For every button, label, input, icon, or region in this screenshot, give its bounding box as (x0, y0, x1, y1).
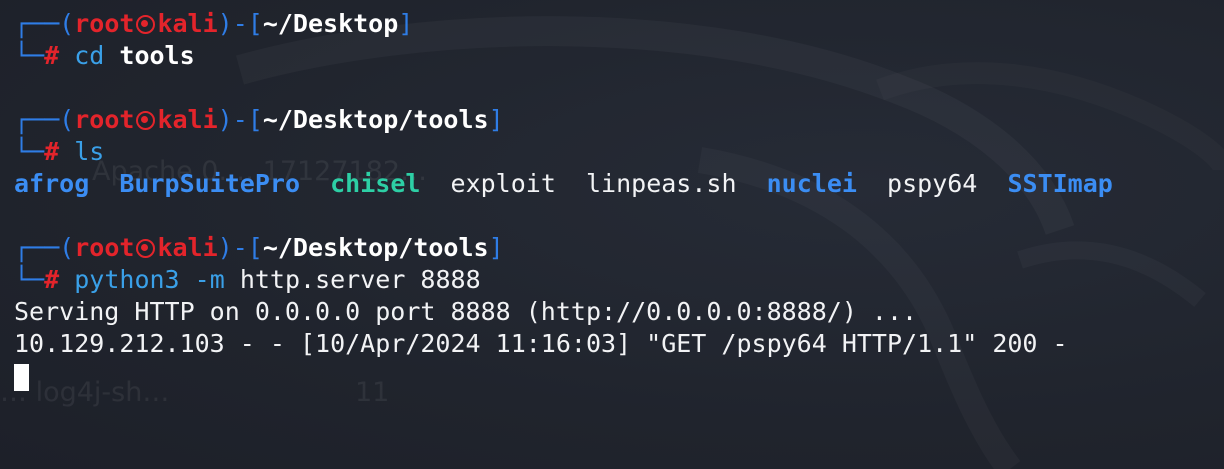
prompt-path: ~/Desktop/tools (262, 233, 489, 262)
ls-entry: nuclei (766, 169, 857, 198)
ls-entry: pspy64 (887, 169, 978, 198)
ls-entry: exploit (450, 169, 556, 198)
prompt-host: kali (157, 105, 218, 134)
command-argument: tools (119, 41, 195, 70)
cursor-line (14, 360, 1219, 392)
prompt-path: ~/Desktop/tools (262, 105, 489, 134)
command-argument: http.server 8888 (239, 265, 481, 294)
kali-skull-icon (136, 238, 156, 258)
kali-skull-icon (136, 110, 156, 130)
ls-entry: linpeas.sh (586, 169, 737, 198)
prompt-user: root (74, 233, 135, 262)
ls-entry: afrog (14, 169, 90, 198)
command-name: cd (74, 41, 105, 70)
prompt-path: ~/Desktop (262, 9, 399, 38)
prompt-command-line: └─# ls (14, 137, 105, 166)
prompt-header: ┌──(root kali)-[~/Desktop/tools] (14, 233, 504, 262)
prompt-header: ┌──(root kali)-[~/Desktop/tools] (14, 105, 504, 134)
server-output-line: Serving HTTP on 0.0.0.0 port 8888 (http:… (14, 297, 918, 326)
ls-entry: chisel (330, 169, 421, 198)
terminal-window[interactable]: Apache 0.… 17127182… … log4j-sh… 11 ┌──(… (0, 0, 1224, 469)
server-log-line: 10.129.212.103 - - [10/Apr/2024 11:16:03… (14, 329, 1068, 358)
text-cursor[interactable] (14, 363, 29, 391)
command-name: python3 -m (74, 265, 225, 294)
prompt-host: kali (157, 9, 218, 38)
ls-output-line: afrog BurpSuitePro chisel exploit linpea… (14, 168, 1219, 200)
ls-entry: SSTImap (1007, 169, 1113, 198)
command-name: ls (74, 137, 105, 166)
prompt-header: ┌──(root kali)-[~/Desktop] (14, 9, 414, 38)
prompt-user: root (74, 105, 135, 134)
prompt-user: root (74, 9, 135, 38)
prompt-host: kali (157, 233, 218, 262)
terminal-output: ┌──(root kali)-[~/Desktop] └─# cd tools ┌… (14, 8, 1219, 392)
prompt-hash: # (44, 41, 60, 70)
prompt-hash: # (44, 137, 60, 166)
prompt-hash: # (44, 265, 60, 294)
kali-skull-icon (136, 14, 156, 34)
prompt-command-line: └─# cd tools (14, 41, 195, 70)
prompt-command-line: └─# python3 -m http.server 8888 (14, 265, 481, 294)
ls-entry: BurpSuitePro (119, 169, 300, 198)
